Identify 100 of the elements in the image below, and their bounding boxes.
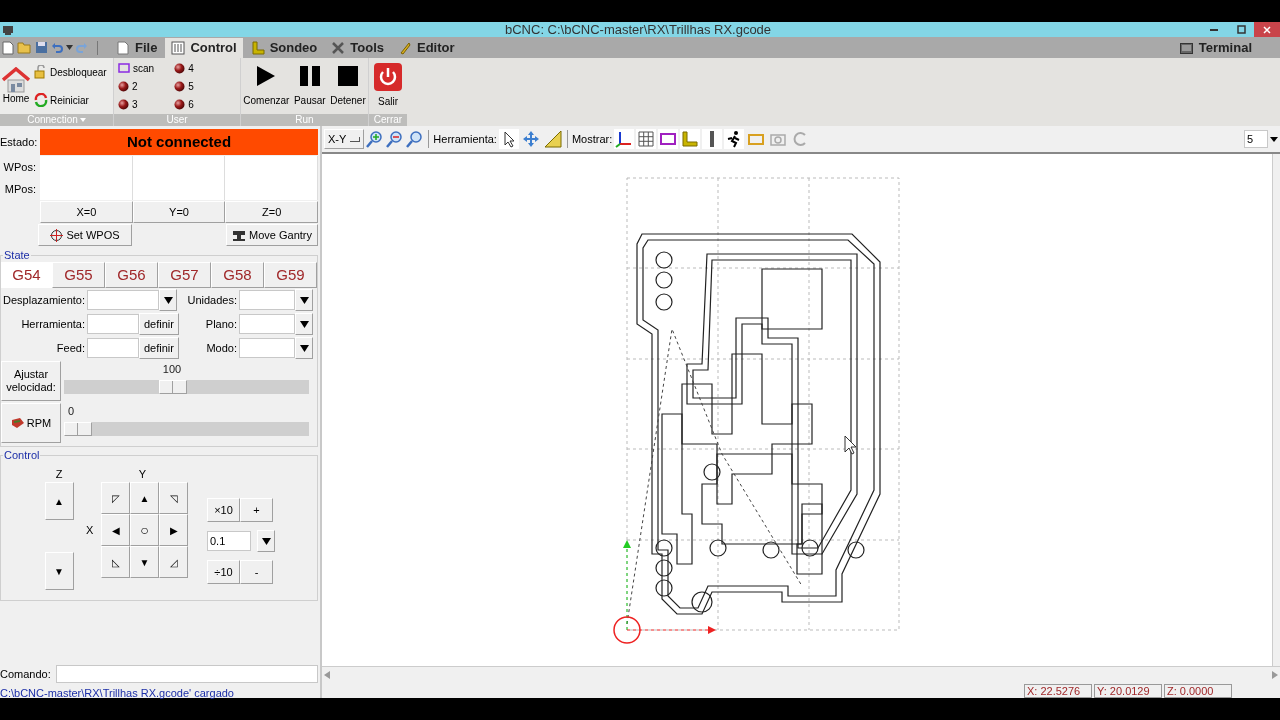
user-button[interactable]: 3 [118, 96, 155, 112]
set-wpos-button[interactable]: Set WPOS [38, 224, 132, 246]
wcs-tab[interactable]: G59 [264, 262, 317, 288]
margin-icon[interactable] [658, 129, 679, 149]
wcs-tab[interactable]: G56 [105, 262, 158, 288]
open-folder-icon[interactable] [17, 41, 32, 54]
x-right-button[interactable]: ▶ [159, 514, 188, 546]
horizontal-scrollbar[interactable] [322, 666, 1280, 682]
rpm-button[interactable]: RPM [1, 403, 61, 443]
slider-thumb[interactable] [158, 379, 187, 394]
run-button[interactable]: Pausar [293, 64, 326, 108]
run-button[interactable]: Comenzar [243, 64, 290, 108]
axes-icon[interactable] [614, 129, 635, 149]
x-coordinate: X: 22.5276 [1024, 684, 1092, 698]
minimize-icon [1210, 28, 1218, 31]
command-field[interactable] [56, 665, 318, 683]
zero-button[interactable]: Z=0 [225, 201, 318, 223]
mode-field[interactable] [239, 338, 295, 358]
gcode-canvas[interactable] [322, 154, 1272, 666]
zoom-fit-icon[interactable] [406, 130, 425, 148]
caret-icon [163, 296, 173, 304]
slider-thumb[interactable] [64, 421, 92, 436]
exit-button[interactable]: Salir [374, 63, 402, 109]
wcs-tab[interactable]: G54 [1, 262, 52, 288]
z-up-button[interactable]: ▲ [44, 482, 74, 520]
increase-step-button[interactable]: + [240, 498, 273, 522]
gantry-icon [232, 228, 246, 242]
dropdown-button[interactable] [159, 289, 177, 311]
zoom-in-icon[interactable] [366, 130, 385, 148]
down-left-button[interactable]: ◺ [101, 546, 130, 578]
command-label: Comando: [0, 666, 52, 682]
y-down-button[interactable]: ▼ [130, 546, 159, 578]
set-button[interactable]: definir [139, 313, 179, 335]
up-left-button[interactable]: ◸ [101, 482, 130, 514]
ribbon-tab[interactable]: File [110, 38, 164, 58]
distance-field[interactable] [87, 290, 159, 310]
dropdown-button[interactable] [295, 313, 313, 335]
slider-value: 0 [68, 404, 75, 419]
set-button[interactable]: definir [139, 337, 179, 359]
move-gantry-button[interactable]: Move Gantry [226, 224, 318, 246]
field-label: Unidades: [186, 292, 238, 308]
tool-field[interactable] [87, 314, 139, 334]
dropdown-button[interactable] [295, 289, 313, 311]
zero-button[interactable]: X=0 [40, 201, 133, 223]
ruler-icon[interactable] [542, 129, 563, 149]
wcs-tab[interactable]: G58 [211, 262, 264, 288]
user-button[interactable]: 6 [174, 96, 194, 112]
step-field[interactable]: 0.1 [207, 531, 251, 551]
user-button[interactable]: 2 [118, 78, 155, 94]
ribbon-tab[interactable]: Control [165, 38, 243, 58]
ribbon-tab[interactable]: Editor [392, 38, 461, 58]
tab-icon [171, 41, 186, 55]
dropdown-button[interactable] [257, 530, 275, 552]
feed-override-button[interactable]: Ajustar velocidad: [1, 361, 61, 401]
save-icon[interactable] [35, 41, 48, 54]
connection-status: Not connected [40, 129, 318, 155]
plane-dropdown[interactable]: X-Y [324, 129, 365, 149]
feed-field[interactable] [87, 338, 139, 358]
group-label: Cerrar [369, 114, 407, 126]
runner-icon[interactable] [724, 129, 745, 149]
mpos-label: MPos: [4, 181, 36, 197]
x-left-button[interactable]: ◀ [101, 514, 130, 546]
ribbon-tab[interactable]: Tools [325, 38, 390, 58]
pointer-icon[interactable] [498, 129, 519, 149]
user-button[interactable]: 5 [174, 78, 194, 94]
scroll-left-icon[interactable] [324, 670, 330, 679]
led-icon [174, 98, 186, 110]
home-button[interactable]: Home [0, 58, 32, 114]
caret-icon[interactable] [1270, 136, 1278, 142]
user-button[interactable]: scan [118, 60, 155, 76]
reset-button[interactable]: Reiniciar [34, 92, 107, 108]
close-button[interactable] [1254, 22, 1280, 37]
wcs-tab[interactable]: G55 [52, 262, 105, 288]
user-button[interactable]: 4 [174, 60, 194, 76]
zoom-field[interactable]: 5 [1244, 130, 1268, 148]
endmill-icon[interactable] [702, 129, 723, 149]
terminal-tab[interactable]: Terminal [1179, 38, 1252, 58]
wcs-tab[interactable]: G57 [158, 262, 211, 288]
workarea-icon[interactable] [680, 129, 701, 149]
axis-label: X [86, 522, 94, 538]
zero-button[interactable]: Y=0 [132, 201, 226, 223]
down-right-button[interactable]: ◿ [159, 546, 188, 578]
zoom-out-icon[interactable] [386, 130, 405, 148]
units-field[interactable] [239, 290, 295, 310]
ribbon-tab[interactable]: Sondeo [244, 38, 324, 58]
unlock-button[interactable]: Desbloquear [34, 64, 107, 80]
home-button[interactable]: ○ [130, 514, 159, 546]
up-right-button[interactable]: ◹ [159, 482, 188, 514]
plane-field[interactable] [239, 314, 295, 334]
z-down-button[interactable]: ▼ [44, 552, 74, 590]
grid-icon[interactable] [636, 129, 657, 149]
multiply-step-button[interactable]: ×10 [207, 498, 240, 522]
y-up-button[interactable]: ▲ [130, 482, 159, 514]
dropdown-button[interactable] [295, 337, 313, 359]
spindle-icon [10, 417, 25, 429]
divide-step-button[interactable]: ÷10 [207, 560, 240, 584]
run-button[interactable]: Detener [330, 64, 366, 108]
scroll-right-icon[interactable] [1272, 670, 1278, 679]
decrease-step-button[interactable]: - [240, 560, 273, 584]
new-file-icon[interactable] [2, 40, 14, 55]
